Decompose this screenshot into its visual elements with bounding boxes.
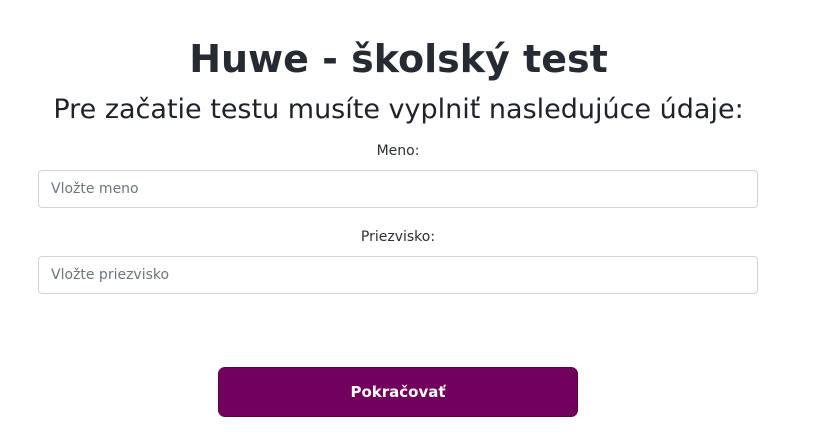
- first-name-input[interactable]: [38, 170, 758, 208]
- page-subtitle: Pre začatie testu musíte vyplniť nasledu…: [53, 94, 744, 125]
- last-name-label: Priezvisko:: [360, 229, 436, 245]
- continue-button[interactable]: Pokračovať: [218, 367, 578, 417]
- last-name-input[interactable]: [38, 256, 758, 294]
- registration-page: Huwe - školský test Pre začatie testu mu…: [0, 0, 831, 447]
- page-title: Huwe - školský test: [189, 37, 608, 81]
- first-name-label: Meno:: [376, 143, 420, 159]
